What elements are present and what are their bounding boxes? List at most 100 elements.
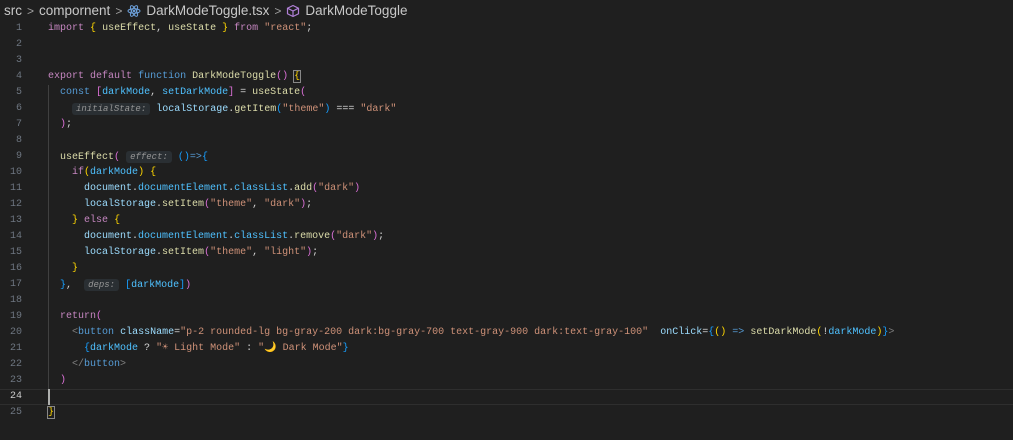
code-line[interactable]: 15 localStorage.setItem("theme", "light"… [0, 245, 1013, 261]
line-number: 3 [15, 55, 22, 66]
code-line[interactable]: 17 }, deps: [darkMode]) [0, 277, 1013, 293]
code-token: document [84, 183, 133, 194]
code-token: ) [185, 280, 192, 291]
line-number: 12 [9, 199, 22, 210]
code-line[interactable]: 9 useEffect( effect: ()=>{ [0, 149, 1013, 165]
code-token: remove [294, 231, 331, 242]
code-line[interactable]: 10 if(darkMode) { [0, 165, 1013, 181]
code-token: } [342, 343, 349, 354]
chevron-right-icon: > [274, 3, 282, 18]
code-token: return [60, 311, 97, 322]
line-number: 6 [15, 103, 22, 114]
code-line[interactable]: 24 [0, 389, 1013, 405]
code-token: "light" [264, 247, 307, 258]
code-token: "☀ Light Mode" [156, 343, 241, 354]
code-line[interactable]: 1 import { useEffect, useState } from "re… [0, 21, 1013, 37]
code-token: > [120, 359, 127, 370]
code-token: darkMode [90, 343, 139, 354]
code-token: ) [354, 183, 361, 194]
code-token: } [46, 406, 56, 419]
code-token: else [84, 215, 109, 226]
code-token: useState [168, 23, 217, 34]
line-number: 17 [9, 279, 22, 290]
code-token: import [48, 23, 85, 34]
breadcrumb-src[interactable]: src [4, 3, 22, 18]
code-text: localStorage.setItem("theme", "light"); [48, 245, 318, 261]
code-token: onClick [660, 327, 703, 338]
code-token: add [294, 183, 313, 194]
code-line[interactable]: 20 <button className="p-2 rounded-lg bg-… [0, 325, 1013, 341]
code-token: > [888, 327, 895, 338]
code-line[interactable]: 6 initialState: localStorage.getItem("th… [0, 101, 1013, 117]
line-number: 7 [15, 119, 22, 130]
code-token: localStorage [84, 199, 157, 210]
code-text: ) [48, 373, 66, 389]
code-text: localStorage.setItem("theme", "dark"); [48, 197, 312, 213]
code-token: darkMode [90, 167, 139, 178]
code-token: darkMode [828, 327, 877, 338]
code-text: document.documentElement.classList.add("… [48, 181, 360, 197]
breadcrumb-folder[interactable]: compornent [39, 3, 110, 18]
code-token: default [90, 71, 133, 82]
code-token: darkMode [131, 280, 180, 291]
code-token: ; [312, 247, 319, 258]
code-token: documentElement [138, 231, 229, 242]
code-token: useEffect [102, 23, 157, 34]
code-token: = [234, 87, 253, 98]
code-line[interactable]: 22 </button> [0, 357, 1013, 373]
code-token: , [150, 87, 163, 98]
line-number: 8 [15, 135, 22, 146]
code-token: { [293, 70, 302, 83]
code-token: className [120, 327, 175, 338]
code-token: documentElement [138, 183, 229, 194]
line-number: 20 [9, 327, 22, 338]
code-text: ); [48, 117, 72, 133]
line-number: 13 [9, 215, 22, 226]
code-line[interactable]: 8 [0, 133, 1013, 149]
code-token: "dark" [264, 199, 301, 210]
code-line[interactable]: 14 document.documentElement.classList.re… [0, 229, 1013, 245]
code-line[interactable]: 21 {darkMode ? "☀ Light Mode" : "🌙 Dark … [0, 341, 1013, 357]
code-line[interactable]: 18 [0, 293, 1013, 309]
text-cursor [48, 389, 50, 405]
breadcrumb-symbol[interactable]: DarkModeToggle [305, 3, 407, 18]
code-token: ; [306, 23, 313, 34]
line-number: 15 [9, 247, 22, 258]
code-line[interactable]: 23 ) [0, 373, 1013, 389]
code-token: if [72, 167, 85, 178]
code-text: {darkMode ? "☀ Light Mode" : "🌙 Dark Mod… [48, 341, 349, 357]
code-line[interactable]: 12 localStorage.setItem("theme", "dark")… [0, 197, 1013, 213]
code-line[interactable]: 25} [0, 405, 1013, 421]
code-token: "theme" [210, 199, 253, 210]
code-line[interactable]: 4 export default function DarkModeToggle(… [0, 69, 1013, 85]
code-line[interactable]: 19 return( [0, 309, 1013, 325]
code-line[interactable]: 3 [0, 53, 1013, 69]
code-line[interactable]: 5 const [darkMode, setDarkMode] = useSta… [0, 85, 1013, 101]
code-token: "theme" [282, 104, 325, 115]
code-token: ; [378, 231, 385, 242]
code-line[interactable]: 16 } [0, 261, 1013, 277]
code-token: setItem [162, 247, 205, 258]
code-line[interactable]: 7 ); [0, 117, 1013, 133]
line-number: 16 [9, 263, 22, 274]
code-line[interactable]: 11 document.documentElement.classList.ad… [0, 181, 1013, 197]
code-editor[interactable]: 1 import { useEffect, useState } from "re… [0, 21, 1013, 421]
code-token: useEffect [60, 152, 115, 163]
code-token: ( [96, 311, 103, 322]
code-token: "react" [264, 23, 307, 34]
code-text: useEffect( effect: ()=>{ [48, 149, 208, 166]
code-token: setItem [162, 199, 205, 210]
code-text: }, deps: [darkMode]) [48, 277, 191, 294]
code-line[interactable]: 13 } else { [0, 213, 1013, 229]
code-line[interactable]: 2 [0, 37, 1013, 53]
breadcrumb-file[interactable]: DarkModeToggle.tsx [146, 3, 269, 18]
